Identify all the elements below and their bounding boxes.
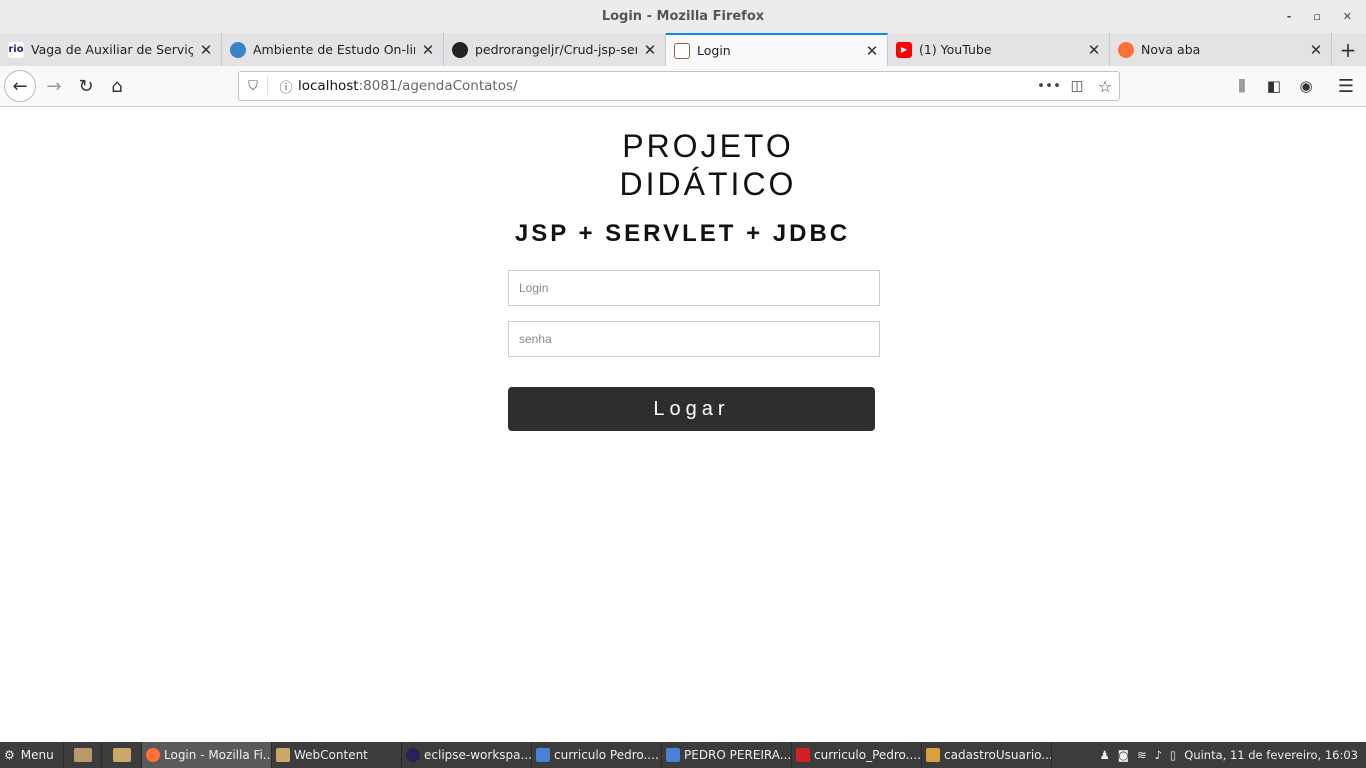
close-icon[interactable]: ✕ (1309, 41, 1323, 59)
tab-login[interactable]: Login ✕ (666, 33, 888, 66)
taskbar-item-webcontent[interactable]: WebContent (272, 742, 402, 768)
firefox-icon (146, 748, 160, 762)
tab-nova-aba[interactable]: Nova aba ✕ (1110, 33, 1332, 66)
eclipse-icon (406, 748, 420, 762)
url-path: :8081/agendaContatos/ (358, 78, 518, 94)
password-input[interactable] (508, 321, 880, 357)
window-titlebar: Login - Mozilla Firefox - ▫ ✕ (0, 0, 1366, 33)
tab-label: (1) YouTube (919, 42, 992, 57)
menu-icon[interactable]: ☰ (1332, 70, 1360, 102)
page-title: PROJETO DIDÁTICO (560, 127, 856, 203)
tab-vaga[interactable]: rio Vaga de Auxiliar de Serviço ✕ (0, 33, 222, 66)
close-icon[interactable]: ✕ (199, 41, 213, 59)
taskbar-item-label: Login - Mozilla Fi... (164, 748, 272, 762)
update-icon[interactable]: ◙ (1118, 748, 1129, 762)
pdf-icon (796, 748, 810, 762)
close-window-button[interactable]: ✕ (1343, 0, 1352, 33)
page-title-line2: DIDÁTICO (619, 166, 797, 202)
globe-icon (230, 41, 246, 58)
back-button[interactable]: ← (4, 70, 36, 102)
close-icon[interactable]: ✕ (1087, 41, 1101, 59)
forward-button[interactable]: → (38, 70, 70, 102)
taskbar-item-label: WebContent (294, 748, 368, 762)
taskbar-item-label: curriculo_Pedro.... (814, 748, 921, 762)
sidebar-icon[interactable]: ◧ (1260, 70, 1288, 102)
folder-icon (112, 748, 131, 762)
tab-ambiente[interactable]: Ambiente de Estudo On-line ✕ (222, 33, 444, 66)
taskbar-item-firefox[interactable]: Login - Mozilla Fi... (142, 742, 272, 768)
file-manager-launcher[interactable] (102, 742, 142, 768)
show-desktop-button[interactable] (64, 742, 102, 768)
text-editor-icon (926, 748, 940, 762)
start-menu-label: Menu (20, 748, 54, 762)
volume-icon[interactable]: ♪ (1155, 748, 1162, 762)
tab-github[interactable]: pedrorangeljr/Crud-jsp-serv ✕ (444, 33, 666, 66)
desktop-icon (73, 748, 92, 762)
home-button[interactable]: ⌂ (101, 70, 133, 102)
account-icon[interactable]: ◉ (1292, 70, 1320, 102)
url-bar[interactable]: ⛉ ⓘ localhost:8081/agendaContatos/ ••• ◫… (238, 71, 1120, 101)
bookmark-star-icon[interactable]: ☆ (1091, 77, 1119, 96)
clock[interactable]: Quinta, 11 de fevereiro, 16:03 (1184, 748, 1358, 762)
minimize-button[interactable]: - (1287, 0, 1292, 33)
new-tab-button[interactable]: + (1332, 33, 1364, 66)
taskbar-item-curriculo-pdf[interactable]: curriculo_Pedro.... (792, 742, 922, 768)
rio-icon: rio (8, 41, 24, 58)
pocket-icon[interactable]: ◫ (1063, 78, 1091, 94)
url-host: localhost (298, 78, 359, 94)
login-input[interactable] (508, 270, 880, 306)
close-icon[interactable]: ✕ (421, 41, 435, 59)
document-icon (536, 748, 550, 762)
taskbar-item-label: eclipse-workspa... (424, 748, 532, 762)
taskbar-item-eclipse[interactable]: eclipse-workspa... (402, 742, 532, 768)
page-subtitle: JSP + SERVLET + JDBC (514, 220, 851, 247)
page-icon (674, 42, 690, 59)
firefox-icon (1118, 41, 1134, 58)
close-icon[interactable]: ✕ (643, 41, 657, 59)
maximize-button[interactable]: ▫ (1313, 0, 1320, 33)
taskbar: ⚙ Menu Login - Mozilla Fi... WebContent … (0, 742, 1366, 768)
nav-bar: ← → ↻ ⌂ ⛉ ⓘ localhost:8081/agendaContato… (0, 66, 1366, 107)
taskbar-item-pedro-pereira[interactable]: PEDRO PEREIRA... (662, 742, 792, 768)
user-icon[interactable]: ♟ (1099, 748, 1109, 762)
document-icon (666, 748, 680, 762)
tab-strip: rio Vaga de Auxiliar de Serviço ✕ Ambien… (0, 33, 1366, 66)
taskbar-item-label: curriculo Pedro.... (554, 748, 659, 762)
system-tray: ♟ ◙ ≋ ♪ ▯ Quinta, 11 de fevereiro, 16:03 (1099, 748, 1366, 762)
tab-label: pedrorangeljr/Crud-jsp-serv (475, 42, 637, 57)
battery-icon[interactable]: ▯ (1170, 748, 1176, 762)
close-icon[interactable]: ✕ (865, 42, 879, 60)
shield-icon[interactable]: ⛉ (239, 79, 267, 94)
folder-icon (276, 748, 290, 762)
wifi-icon[interactable]: ≋ (1137, 748, 1147, 762)
page-actions-icon[interactable]: ••• (1035, 78, 1063, 94)
library-icon[interactable]: ⫼ (1228, 70, 1256, 102)
tab-label: Vaga de Auxiliar de Serviço (31, 42, 193, 57)
taskbar-item-curriculo-doc[interactable]: curriculo Pedro.... (532, 742, 662, 768)
github-icon (452, 41, 468, 58)
tab-youtube[interactable]: ▶ (1) YouTube ✕ (888, 33, 1110, 66)
page-title-line1: PROJETO (622, 128, 794, 164)
tab-label: Login (697, 43, 731, 58)
reload-button[interactable]: ↻ (70, 70, 102, 102)
window-title: Login - Mozilla Firefox (601, 9, 765, 24)
taskbar-item-label: PEDRO PEREIRA... (684, 748, 792, 762)
tab-label: Ambiente de Estudo On-line (253, 42, 415, 57)
page-content: PROJETO DIDÁTICO JSP + SERVLET + JDBC Lo… (0, 107, 1366, 742)
youtube-icon: ▶ (896, 41, 912, 58)
login-button[interactable]: Logar (508, 387, 875, 431)
gear-icon: ⚙ (4, 748, 15, 762)
tab-label: Nova aba (1141, 42, 1201, 57)
start-menu-button[interactable]: ⚙ Menu (0, 742, 64, 768)
taskbar-item-label: cadastroUsuario... (944, 748, 1052, 762)
taskbar-item-cadastro[interactable]: cadastroUsuario... (922, 742, 1052, 768)
info-icon[interactable]: ⓘ (274, 77, 298, 96)
